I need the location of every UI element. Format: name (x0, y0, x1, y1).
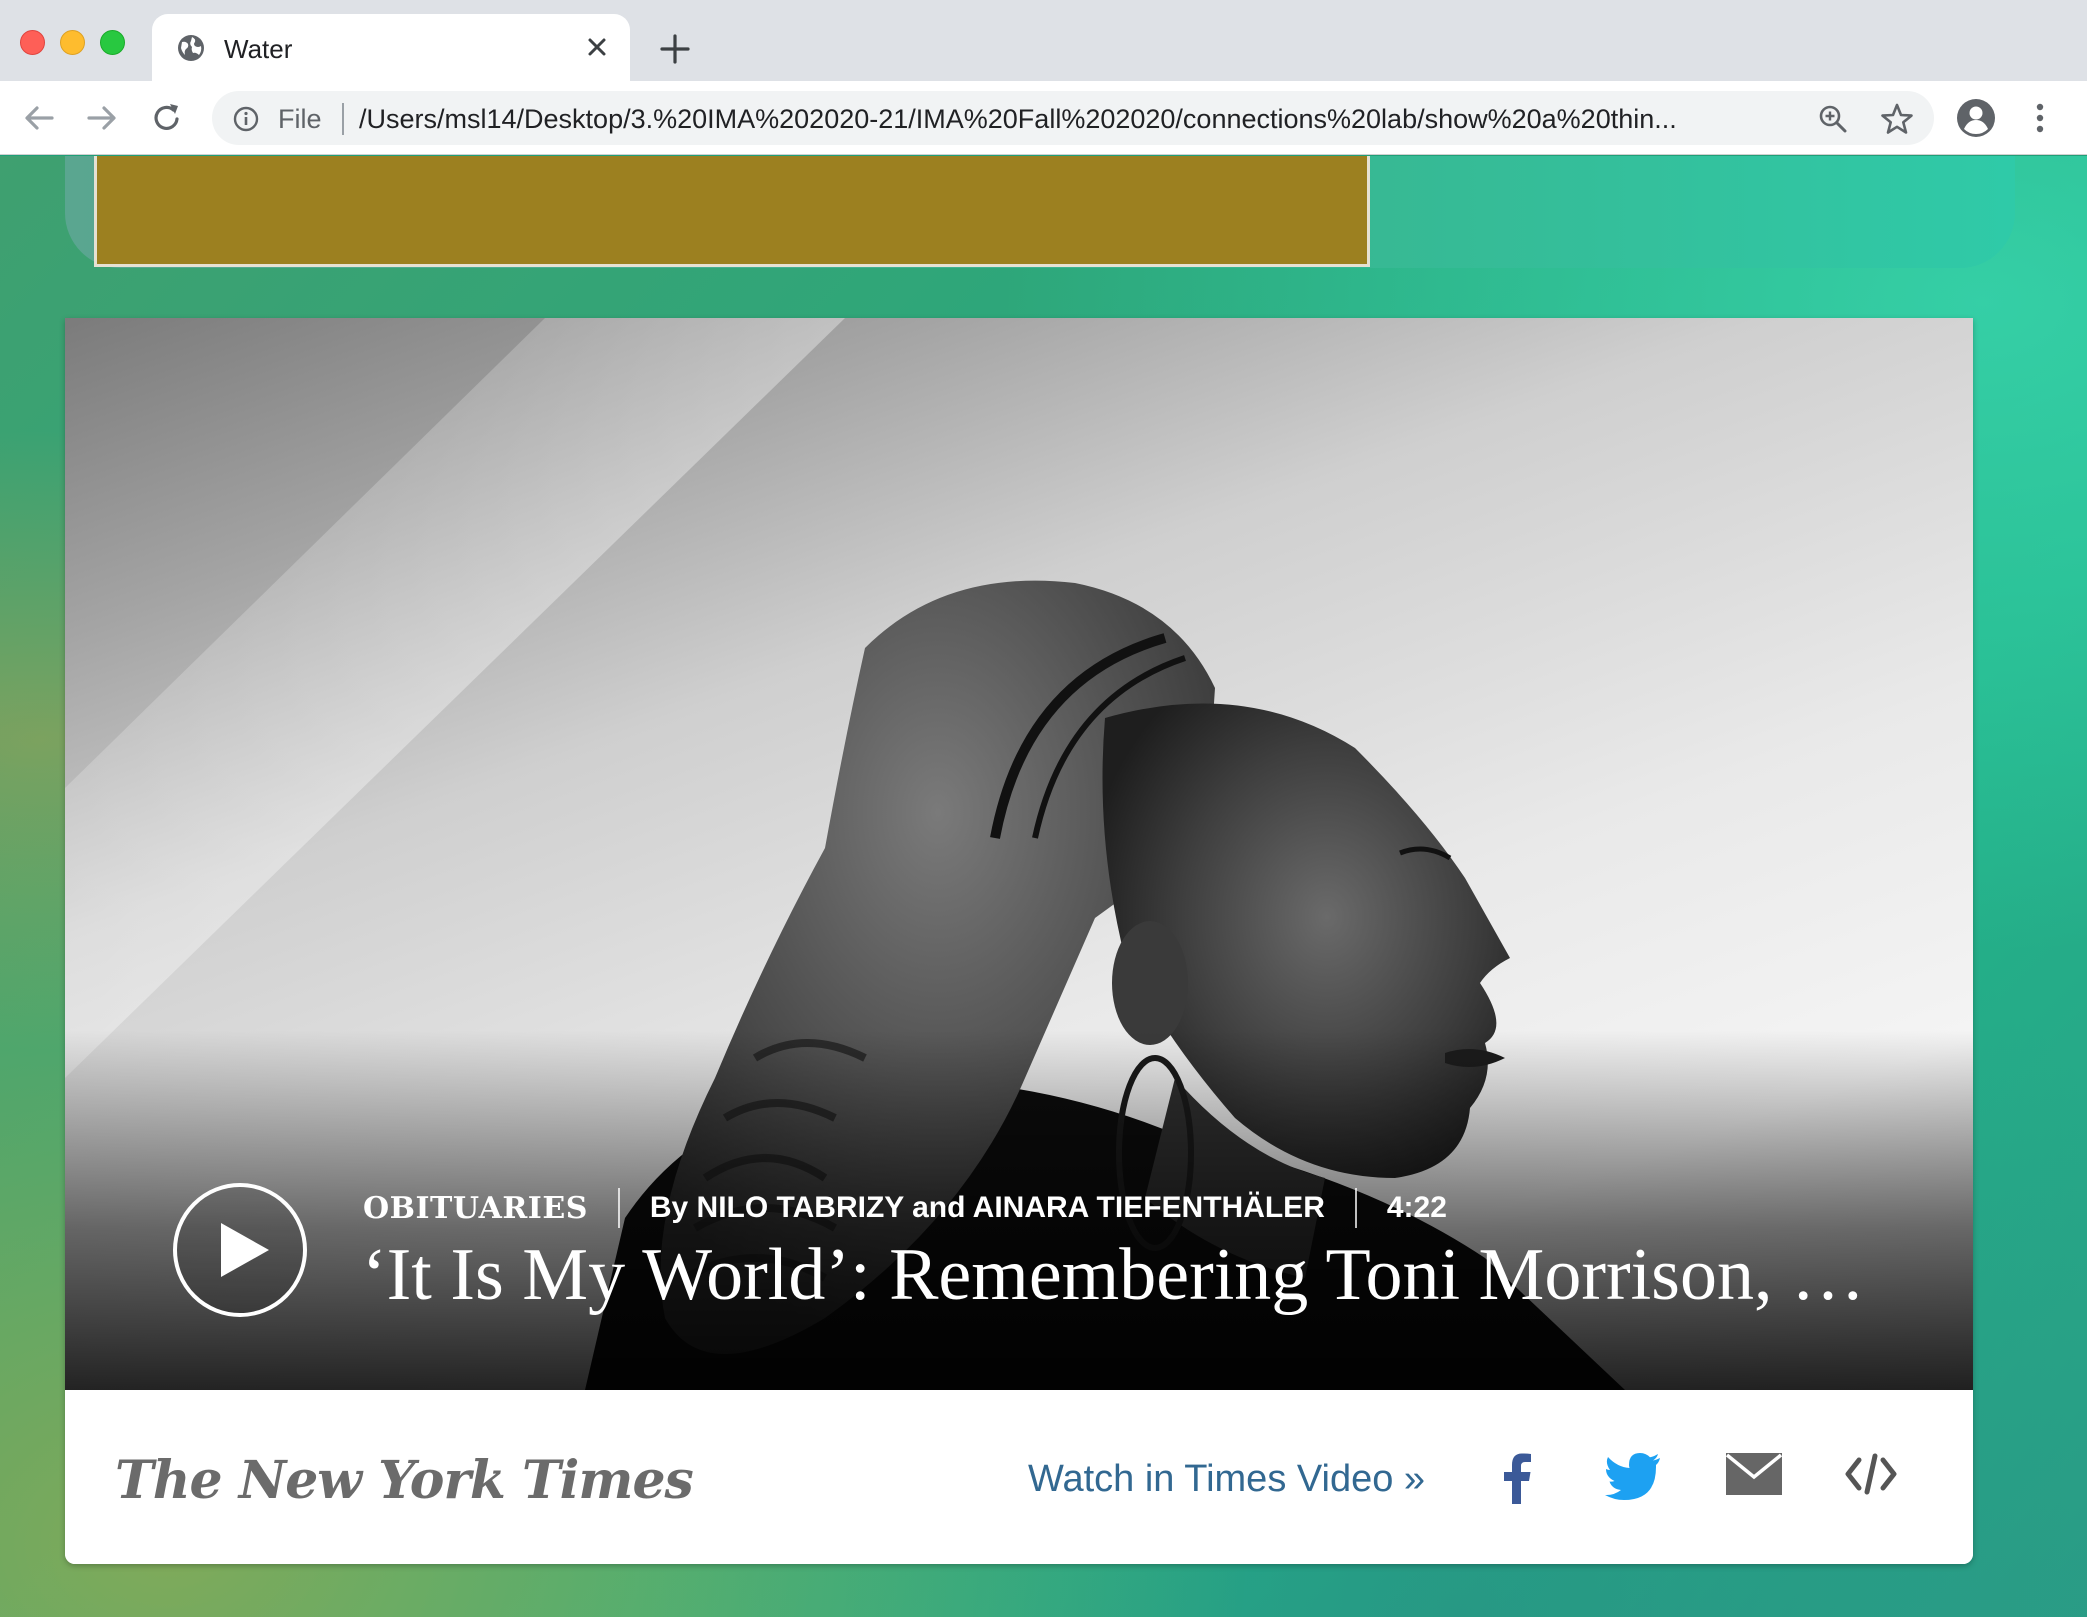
twitter-icon[interactable] (1605, 1452, 1661, 1500)
play-icon (221, 1223, 269, 1277)
nyt-video-embed: OBITUARIES By NILO TABRIZY and AINARA TI… (65, 318, 1973, 1564)
embed-footer: The New York Times Watch in Times Video … (65, 1390, 1973, 1564)
maximize-window-button[interactable] (100, 30, 125, 55)
close-tab-icon[interactable] (584, 34, 610, 60)
menu-dots-icon[interactable] (2030, 98, 2050, 138)
back-arrow-icon[interactable] (20, 99, 58, 137)
video-duration: 4:22 (1386, 1191, 1447, 1224)
zoom-icon[interactable] (1817, 103, 1849, 135)
embed-icon[interactable] (1845, 1452, 1897, 1496)
scheme-label: File (278, 104, 322, 134)
forward-arrow-icon[interactable] (83, 99, 121, 137)
watch-in-times-video-link[interactable]: Watch in Times Video » (1028, 1458, 1425, 1501)
meta-separator (617, 1188, 620, 1228)
address-separator (342, 103, 344, 135)
minimize-window-button[interactable] (60, 30, 85, 55)
facebook-icon[interactable] (1495, 1452, 1535, 1504)
section-label[interactable]: OBITUARIES (363, 1191, 588, 1226)
browser-toolbar: File /Users/msl14/Desktop/3.%20IMA%20202… (0, 81, 2087, 155)
email-icon[interactable] (1725, 1452, 1783, 1496)
info-icon[interactable] (232, 105, 260, 133)
nyt-logo[interactable]: The New York Times (115, 1450, 694, 1511)
byline: By NILO TABRIZY and AINARA TIEFENTHÄLER (649, 1191, 1325, 1224)
tab-strip: Water (0, 0, 2087, 81)
url-text[interactable]: /Users/msl14/Desktop/3.%20IMA%202020-21/… (359, 104, 1759, 135)
video-meta: OBITUARIES By NILO TABRIZY and AINARA TI… (363, 1188, 1447, 1228)
tab-water[interactable]: Water (152, 14, 630, 81)
video-headline[interactable]: ‘It Is My World’: Remembering Toni Morri… (362, 1233, 1942, 1318)
globe-icon (178, 35, 204, 61)
address-bar[interactable]: File /Users/msl14/Desktop/3.%20IMA%20202… (212, 91, 1934, 145)
bookmark-star-icon[interactable] (1880, 102, 1914, 136)
new-tab-icon[interactable] (658, 32, 692, 66)
play-button[interactable] (173, 1183, 307, 1317)
page-content: OBITUARIES By NILO TABRIZY and AINARA TI… (0, 156, 2087, 1617)
olive-block (94, 156, 1370, 267)
reload-icon[interactable] (148, 99, 186, 137)
video-player[interactable]: OBITUARIES By NILO TABRIZY and AINARA TI… (65, 318, 1973, 1390)
meta-separator (1354, 1188, 1357, 1228)
tab-title: Water (224, 34, 293, 64)
close-window-button[interactable] (20, 30, 45, 55)
account-icon[interactable] (1956, 98, 1996, 138)
